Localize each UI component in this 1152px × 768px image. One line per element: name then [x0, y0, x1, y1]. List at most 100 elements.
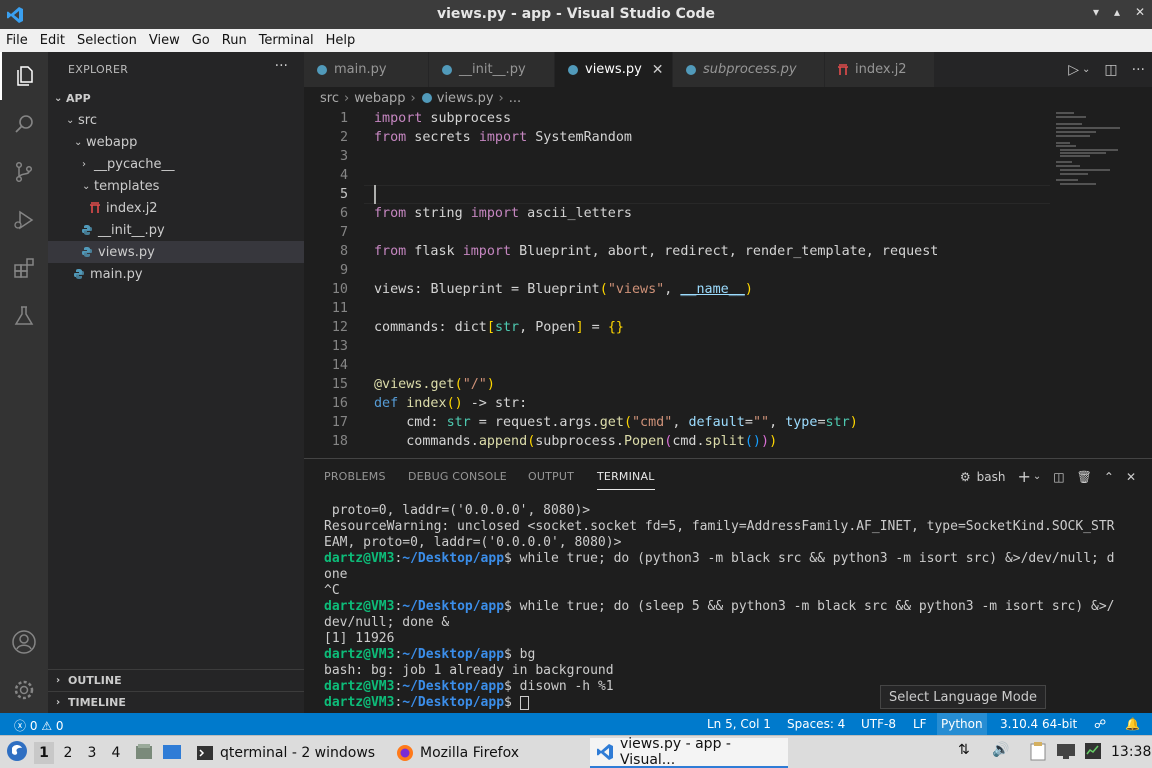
tab-init-py[interactable]: __init__.py: [429, 52, 555, 87]
menu-edit[interactable]: Edit: [34, 33, 71, 48]
run-debug-button[interactable]: [0, 196, 48, 244]
file-manager-icon[interactable]: [134, 742, 154, 766]
minimap[interactable]: [1056, 109, 1138, 458]
task-qterminal[interactable]: qterminal - 2 windows: [190, 738, 386, 768]
panel-tab-problems[interactable]: PROBLEMS: [324, 470, 386, 483]
menu-selection[interactable]: Selection: [71, 33, 143, 48]
menu-go[interactable]: Go: [186, 33, 216, 48]
close-window-icon[interactable]: ✕: [1135, 5, 1145, 19]
volume-icon[interactable]: 🔊: [992, 742, 1009, 758]
tab-main-py[interactable]: main.py: [304, 52, 429, 87]
line-number: 5: [339, 187, 348, 202]
line-number: 18: [331, 434, 348, 449]
tree-folder-webapp[interactable]: ⌄ webapp: [48, 131, 304, 153]
menu-run[interactable]: Run: [216, 33, 253, 48]
line-number: 10: [331, 282, 348, 297]
split-editor-icon[interactable]: ◫: [1104, 62, 1117, 78]
eol-status[interactable]: LF: [913, 717, 927, 731]
bell-icon[interactable]: 🔔: [1125, 717, 1140, 731]
outline-section[interactable]: › OUTLINE: [48, 669, 304, 691]
network-icon[interactable]: ⇅: [958, 742, 970, 758]
task-firefox[interactable]: Mozilla Firefox: [390, 738, 586, 768]
breadcrumb-item[interactable]: webapp: [354, 91, 405, 106]
language-mode-button[interactable]: Python: [937, 713, 987, 735]
tree-root-app[interactable]: ⌄ APP: [48, 87, 304, 109]
trash-icon[interactable]: 🗑: [1077, 470, 1092, 484]
timeline-section[interactable]: › TIMELINE: [48, 691, 304, 713]
show-desktop-icon[interactable]: [162, 742, 182, 766]
panel-tab-debug-console[interactable]: DEBUG CONSOLE: [408, 470, 507, 483]
workspace-4[interactable]: 4: [106, 742, 126, 764]
problems-status[interactable]: ⓧ 0 ⚠ 0: [14, 717, 64, 734]
close-icon[interactable]: ✕: [652, 62, 664, 78]
task-vscode[interactable]: views.py - app - Visual...: [590, 736, 788, 768]
breadcrumb-item[interactable]: src: [320, 91, 339, 106]
system-monitor-icon[interactable]: [1084, 742, 1102, 764]
extensions-icon: [14, 258, 34, 278]
display-icon[interactable]: [1056, 742, 1076, 764]
menu-view[interactable]: View: [143, 33, 186, 48]
more-actions-icon[interactable]: ···: [1132, 62, 1145, 78]
workspace-2[interactable]: 2: [58, 742, 78, 764]
accounts-button[interactable]: [0, 618, 48, 666]
testing-button[interactable]: [0, 292, 48, 340]
menu-file[interactable]: File: [0, 33, 34, 48]
more-actions-icon[interactable]: ···: [275, 58, 288, 74]
new-terminal-icon[interactable]: +: [1018, 467, 1031, 486]
outline-label: OUTLINE: [68, 674, 122, 687]
python-interpreter-status[interactable]: 3.10.4 64-bit: [1000, 717, 1077, 731]
run-file-icon[interactable]: ▷: [1068, 62, 1079, 78]
line-number: 8: [339, 244, 348, 259]
maximize-icon[interactable]: ▴: [1114, 5, 1120, 19]
menu-terminal[interactable]: Terminal: [253, 33, 320, 48]
tree-folder-pycache[interactable]: › __pycache__: [48, 153, 304, 175]
terminal-shell-name[interactable]: bash: [977, 470, 1006, 484]
indentation-status[interactable]: Spaces: 4: [787, 717, 845, 731]
split-terminal-icon[interactable]: ◫: [1053, 470, 1064, 484]
breadcrumb-item[interactable]: ...: [509, 91, 521, 106]
tab-views-py[interactable]: views.py ✕: [555, 52, 673, 87]
search-button[interactable]: [0, 100, 48, 148]
extensions-button[interactable]: [0, 244, 48, 292]
workspace-3[interactable]: 3: [82, 742, 102, 764]
code-line-1: import subprocess: [374, 111, 512, 126]
firefox-icon: [396, 744, 414, 762]
feedback-icon[interactable]: ☍: [1094, 717, 1106, 731]
code-line-10: views: Blueprint = Blueprint("views", __…: [374, 282, 753, 297]
code-editor[interactable]: 1 2 3 4 5 6 7 8 9 10 11 12 13 14 15 16 1…: [304, 109, 1152, 458]
chevron-right-icon: ›: [343, 90, 350, 106]
workspace-1[interactable]: 1: [34, 742, 54, 764]
line-number: 15: [331, 377, 348, 392]
tree-file-main-py[interactable]: main.py: [48, 263, 304, 285]
tree-file-views-py[interactable]: views.py: [48, 241, 304, 263]
chevron-up-icon[interactable]: ⌃: [1104, 470, 1114, 484]
chevron-down-icon[interactable]: ⌄: [1033, 471, 1041, 482]
terminal-output[interactable]: proto=0, laddr=('0.0.0.0', 8080)> Resour…: [324, 503, 1139, 711]
panel-tab-output[interactable]: OUTPUT: [528, 470, 574, 483]
encoding-status[interactable]: UTF-8: [861, 717, 896, 731]
chevron-down-icon[interactable]: ⌄: [1082, 64, 1090, 75]
tree-file-index-j2[interactable]: index.j2: [48, 197, 304, 219]
python-file-icon: [567, 64, 579, 76]
code-line-6: from string import ascii_letters: [374, 206, 632, 221]
tree-folder-src[interactable]: ⌄ src: [48, 109, 304, 131]
close-panel-icon[interactable]: ✕: [1126, 470, 1136, 484]
tab-index-j2[interactable]: index.j2: [825, 52, 935, 87]
minimize-icon[interactable]: ▾: [1093, 5, 1099, 19]
tab-subprocess-py[interactable]: subprocess.py: [673, 52, 825, 87]
line-number: 13: [331, 339, 348, 354]
breadcrumb-item[interactable]: views.py: [437, 91, 494, 106]
start-menu-icon[interactable]: [6, 740, 28, 766]
menu-help[interactable]: Help: [320, 33, 362, 48]
panel-tab-terminal[interactable]: TERMINAL: [597, 470, 655, 490]
clipboard-icon[interactable]: [1030, 741, 1046, 765]
terminal-line: dev/null; done &: [324, 615, 450, 630]
os-taskbar: 1 2 3 4 qterminal - 2 windows Mozilla Fi…: [0, 735, 1152, 768]
source-control-button[interactable]: [0, 148, 48, 196]
tree-folder-templates[interactable]: ⌄ templates: [48, 175, 304, 197]
chevron-right-icon: ›: [82, 158, 86, 170]
cursor-position[interactable]: Ln 5, Col 1: [707, 717, 771, 731]
tree-file-init-py[interactable]: __init__.py: [48, 219, 304, 241]
explorer-button[interactable]: [0, 52, 48, 100]
manage-button[interactable]: [0, 666, 48, 714]
